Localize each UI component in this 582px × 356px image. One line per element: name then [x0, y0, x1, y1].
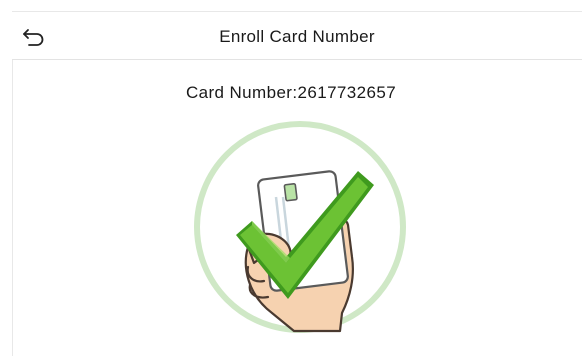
card-number-label: Card Number: — [185, 83, 298, 102]
card-verified-check-icon — [194, 121, 406, 333]
header-bar: Enroll Card Number — [12, 11, 582, 60]
card-number-value: 2617732657 — [297, 83, 397, 102]
page-title-text: Enroll Card Number — [219, 27, 375, 46]
card-verified-illustration — [190, 117, 410, 337]
content-left-border — [12, 60, 13, 356]
card-number-display: Card Number:2617732657 — [0, 83, 582, 103]
page-title: Enroll Card Number — [12, 27, 582, 47]
enroll-card-screen: Enroll Card Number Card Number:261773265… — [0, 0, 582, 356]
